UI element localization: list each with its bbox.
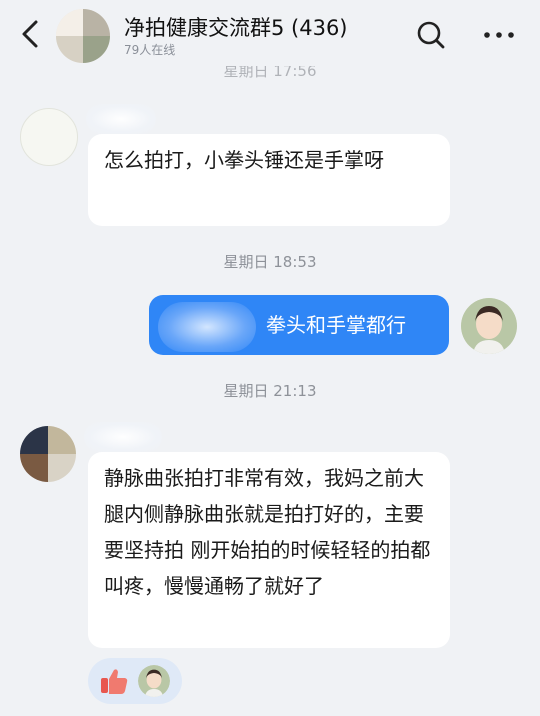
timestamp: 星期日 18:53	[223, 253, 317, 271]
timestamp: 星期日 21:13	[223, 382, 317, 400]
sender-avatar[interactable]	[20, 108, 78, 166]
blurred-sender-name	[86, 104, 156, 134]
chat-header: 净拍健康交流群5 (436) 79人在线	[0, 0, 540, 66]
reactor-avatar	[138, 665, 170, 697]
message-text: 怎么拍打，小拳头锤还是手掌呀	[104, 148, 384, 172]
online-count: 79人在线	[124, 43, 176, 57]
search-icon[interactable]	[416, 20, 446, 50]
message-bubble[interactable]: 怎么拍打，小拳头锤还是手掌呀	[88, 134, 450, 226]
more-icon[interactable]	[482, 30, 516, 40]
group-title[interactable]: 净拍健康交流群5 (436)	[124, 12, 348, 42]
message-bubble[interactable]: 静脉曲张拍打非常有效，我妈之前大腿内侧静脉曲张就是拍打好的，主要要坚持拍 刚开始…	[88, 452, 450, 648]
blurred-sender-name	[84, 422, 162, 452]
back-chevron-icon[interactable]	[18, 18, 44, 50]
thumbs-up-icon	[101, 669, 128, 694]
reaction-pill[interactable]	[88, 658, 182, 704]
message-text: 静脉曲张拍打非常有效，我妈之前大腿内侧静脉曲张就是拍打好的，主要要坚持拍 刚开始…	[104, 466, 431, 598]
sender-avatar[interactable]	[20, 426, 76, 482]
chat-area[interactable]: 星期日 17:56 怎么拍打，小拳头锤还是手掌呀 星期日 18:53 拳头和手掌…	[0, 62, 540, 716]
group-avatar[interactable]	[56, 9, 110, 63]
blurred-mention	[158, 302, 256, 352]
message-text: 拳头和手掌都行	[266, 313, 406, 337]
my-avatar[interactable]	[461, 298, 517, 354]
